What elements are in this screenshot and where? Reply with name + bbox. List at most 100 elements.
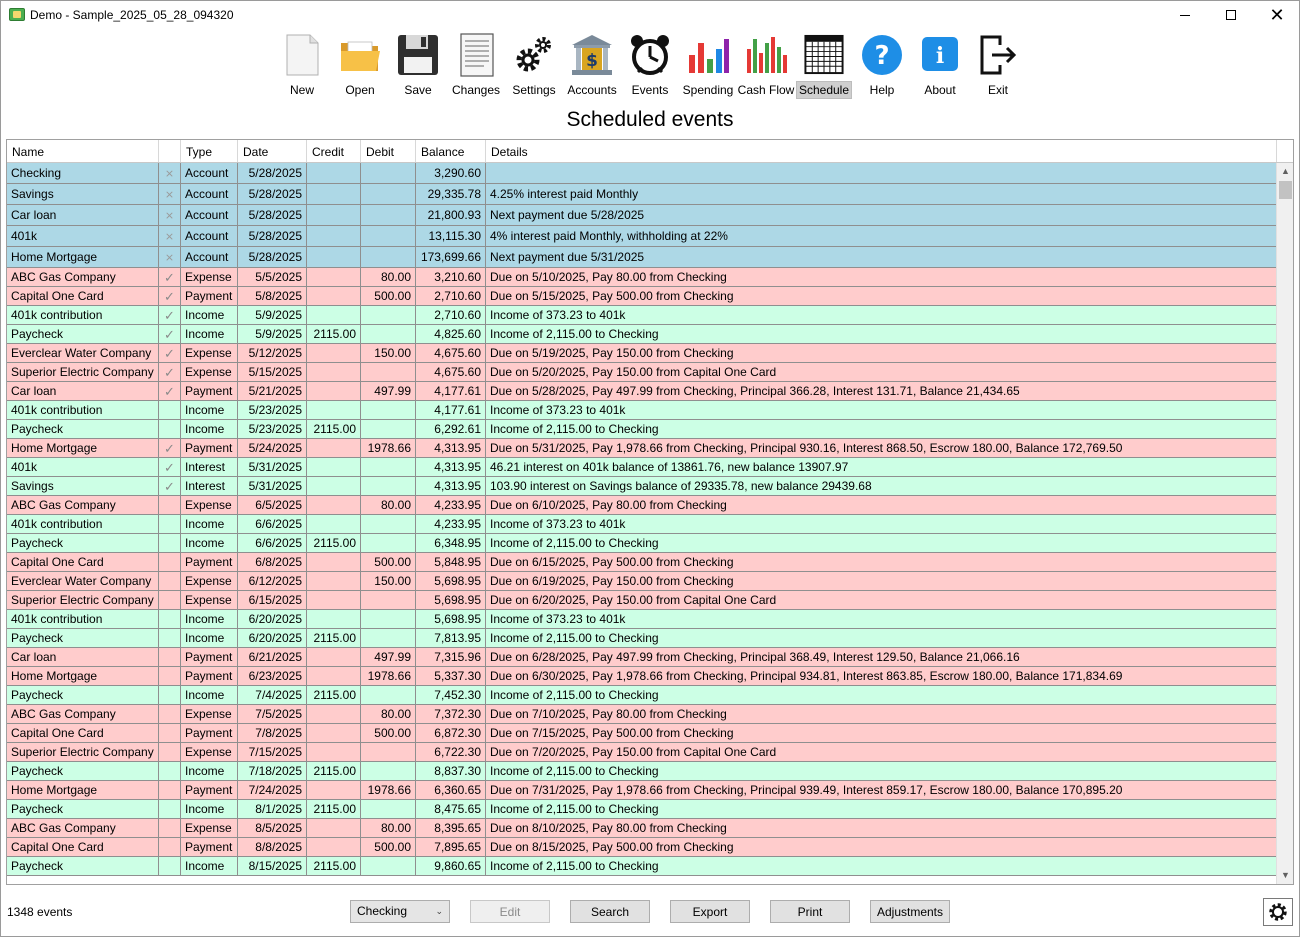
spending-button[interactable]: Spending [680,33,736,99]
cell-name: Home Mortgage [7,667,159,685]
cell-credit [307,667,361,685]
table-row[interactable]: ABC Gas Company ✓ Expense 5/5/2025 80.00 3,21… [7,268,1277,287]
events-button[interactable]: Events [628,33,672,99]
cell-name: Checking [7,163,159,183]
column-header-debit[interactable]: Debit [361,140,416,162]
cell-balance: 4,675.60 [416,344,486,362]
table-row[interactable]: ABC Gas Company Expense 6/5/2025 80.00 4,233… [7,496,1277,515]
exit-button[interactable]: Exit [976,33,1020,99]
minimize-button[interactable] [1162,0,1208,30]
cell-type: Account [181,226,238,246]
vertical-scrollbar[interactable]: ▲ ▼ [1276,163,1293,884]
cell-type: Income [181,610,238,628]
cell-debit [361,629,416,647]
table-row[interactable]: Capital One Card ✓ Payment 5/8/2025 500.00 2,… [7,287,1277,306]
close-button[interactable]: ✕ [1254,0,1300,30]
save-button[interactable]: Save [396,33,440,99]
open-button[interactable]: Open [336,33,384,99]
table-row[interactable]: 401k ⨯ Account 5/28/2025 13,115.30 4% interes… [7,226,1277,247]
table-row[interactable]: Savings ✓ Interest 5/31/2025 4,313.95 103.90 … [7,477,1277,496]
cell-credit: 2115.00 [307,325,361,343]
table-row[interactable]: Home Mortgage Payment 6/23/2025 1978.66 5,33… [7,667,1277,686]
help-button[interactable]: ? Help [860,33,904,99]
cell-mark: ✓ [159,268,181,286]
table-row[interactable]: Savings ⨯ Account 5/28/2025 29,335.78 4.25% i… [7,184,1277,205]
column-header-name[interactable]: Name [7,140,159,162]
column-header-type[interactable]: Type [181,140,238,162]
window-title: Demo - Sample_2025_05_28_094320 [30,8,234,22]
column-header-details[interactable]: Details [486,140,1277,162]
cash-flow-button[interactable]: Cash Flow [738,33,794,99]
cell-details: Due on 8/10/2025, Pay 80.00 from Checkin… [486,819,1277,837]
table-row[interactable]: Paycheck ✓ Income 5/9/2025 2115.00 4,825.60 In… [7,325,1277,344]
table-row[interactable]: Checking ⨯ Account 5/28/2025 3,290.60 [7,163,1277,184]
table-row[interactable]: Everclear Water Company Expense 6/12/2025 1… [7,572,1277,591]
cell-type: Income [181,306,238,324]
column-header-balance[interactable]: Balance [416,140,486,162]
cell-credit [307,287,361,305]
table-row[interactable]: Everclear Water Company ✓ Expense 5/12/2025… [7,344,1277,363]
about-button[interactable]: i About [918,33,962,99]
cell-details: 4% interest paid Monthly, withholding at… [486,226,1277,246]
settings-button[interactable]: Settings [510,33,558,99]
table-row[interactable]: ABC Gas Company Expense 7/5/2025 80.00 7,372… [7,705,1277,724]
table-row[interactable]: Superior Electric Company Expense 6/15/202… [7,591,1277,610]
table-row[interactable]: Car loan ⨯ Account 5/28/2025 21,800.93 Next p… [7,205,1277,226]
cell-date: 6/6/2025 [238,534,307,552]
cell-debit [361,226,416,246]
schedule-grid[interactable]: Name Type Date Credit Debit Balance Deta… [6,139,1294,885]
scroll-down-icon[interactable]: ▼ [1277,867,1293,884]
table-row[interactable]: Paycheck Income 7/18/2025 2115.00 8,837.30 In… [7,762,1277,781]
table-row[interactable]: Paycheck Income 5/23/2025 2115.00 6,292.61 In… [7,420,1277,439]
search-button[interactable]: Search [570,900,650,923]
export-button[interactable]: Export [670,900,750,923]
cell-date: 7/8/2025 [238,724,307,742]
disabled-check-icon: ⨯ [164,252,175,264]
edit-button[interactable]: Edit [470,900,550,923]
table-row[interactable]: Paycheck Income 8/15/2025 2115.00 9,860.65 In… [7,857,1277,876]
cell-debit [361,515,416,533]
table-row[interactable]: Superior Electric Company Expense 7/15/202… [7,743,1277,762]
event-count: 1348 events [7,905,73,919]
settings-gear-button[interactable] [1263,898,1293,926]
spending-label: Spending [682,83,734,97]
scroll-up-icon[interactable]: ▲ [1277,163,1293,180]
account-select[interactable]: Checking ⌄ [350,900,450,923]
table-row[interactable]: Superior Electric Company ✓ Expense 5/15/20… [7,363,1277,382]
table-row[interactable]: Paycheck Income 7/4/2025 2115.00 7,452.30 Inc… [7,686,1277,705]
scrollbar-thumb[interactable] [1279,181,1292,199]
table-row[interactable]: 401k contribution Income 5/23/2025 4,177.61… [7,401,1277,420]
table-row[interactable]: Home Mortgage Payment 7/24/2025 1978.66 6,36… [7,781,1277,800]
table-row[interactable]: Capital One Card Payment 8/8/2025 500.00 7,8… [7,838,1277,857]
table-row[interactable]: 401k contribution ✓ Income 5/9/2025 2,710.60… [7,306,1277,325]
cell-name: Capital One Card [7,838,159,856]
table-row[interactable]: Home Mortgage ✓ Payment 5/24/2025 1978.66 4,3… [7,439,1277,458]
column-header-credit[interactable]: Credit [307,140,361,162]
maximize-button[interactable] [1208,0,1254,30]
adjustments-button[interactable]: Adjustments [870,900,950,923]
changes-button[interactable]: Changes [451,33,501,99]
table-row[interactable]: Home Mortgage ⨯ Account 5/28/2025 173,699.66… [7,247,1277,268]
table-row[interactable]: Paycheck Income 8/1/2025 2115.00 8,475.65 Inc… [7,800,1277,819]
table-row[interactable]: 401k ✓ Interest 5/31/2025 4,313.95 46.21 inte… [7,458,1277,477]
accounts-button[interactable]: $ Accounts [566,33,618,99]
cell-balance: 7,315.96 [416,648,486,666]
schedule-button[interactable]: Schedule [795,33,853,99]
table-row[interactable]: Car loan Payment 6/21/2025 497.99 7,315.96 Du… [7,648,1277,667]
cell-type: Payment [181,781,238,799]
table-row[interactable]: Capital One Card Payment 7/8/2025 500.00 6,8… [7,724,1277,743]
table-row[interactable]: Capital One Card Payment 6/8/2025 500.00 5,8… [7,553,1277,572]
table-row[interactable]: Paycheck Income 6/6/2025 2115.00 6,348.95 Inc… [7,534,1277,553]
table-row[interactable]: Paycheck Income 6/20/2025 2115.00 7,813.95 In… [7,629,1277,648]
column-header-date[interactable]: Date [238,140,307,162]
cell-type: Payment [181,553,238,571]
table-row[interactable]: ABC Gas Company Expense 8/5/2025 80.00 8,395… [7,819,1277,838]
new-button[interactable]: New [282,33,322,99]
cell-mark: ⨯ [159,205,181,225]
table-row[interactable]: 401k contribution Income 6/6/2025 4,233.95 I… [7,515,1277,534]
column-header-mark[interactable] [159,140,181,162]
cash-flow-label: Cash Flow [737,83,795,97]
table-row[interactable]: 401k contribution Income 6/20/2025 5,698.95… [7,610,1277,629]
print-button[interactable]: Print [770,900,850,923]
table-row[interactable]: Car loan ✓ Payment 5/21/2025 497.99 4,177.61 D… [7,382,1277,401]
